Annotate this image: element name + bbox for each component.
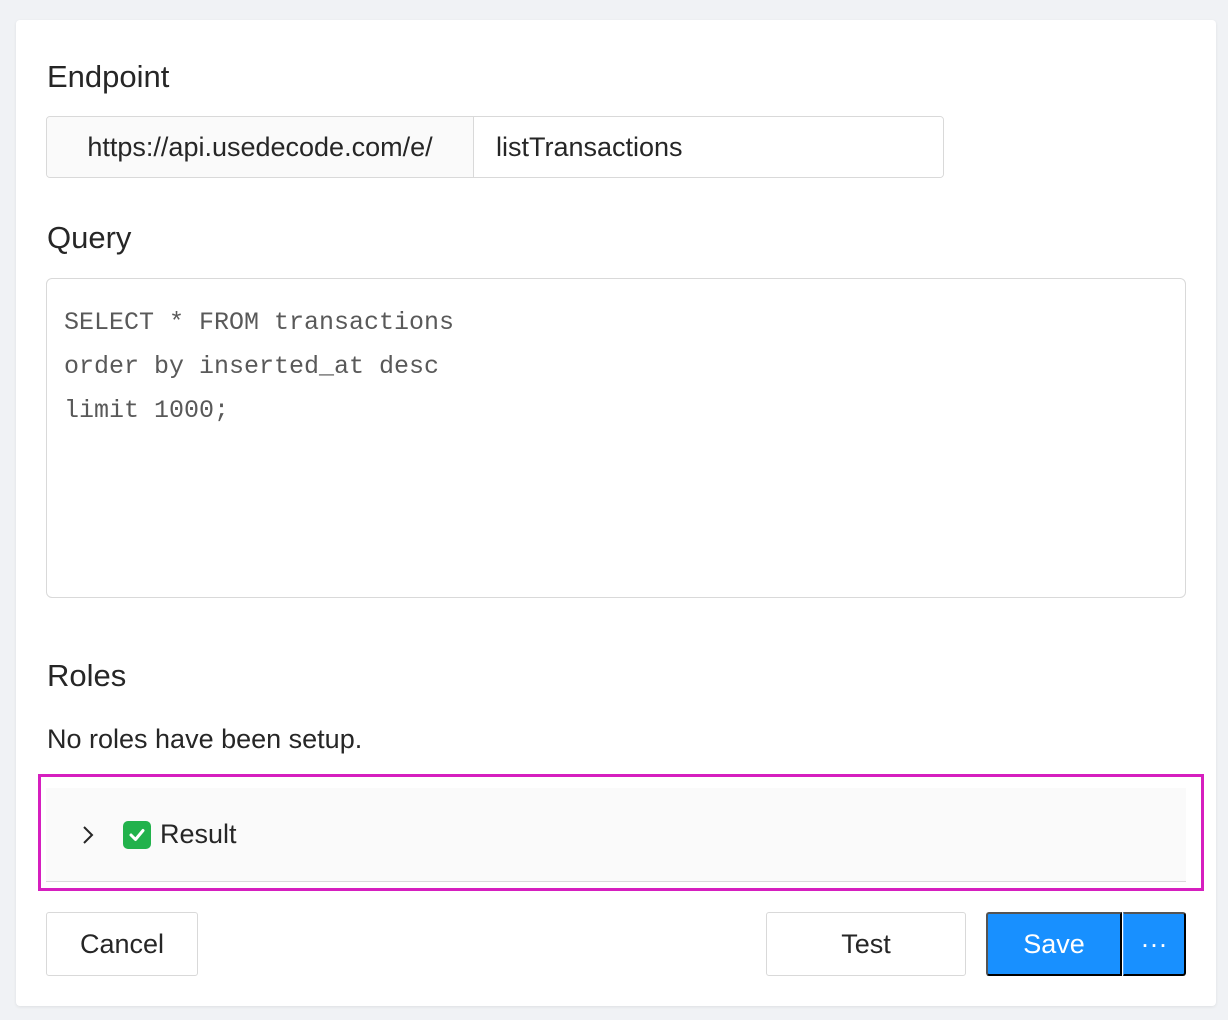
result-label: Result [160,819,237,849]
endpoint-editor-card: Endpoint https://api.usedecode.com/e/ Qu… [16,20,1216,1006]
query-editor[interactable]: SELECT * FROM transactions order by inse… [46,278,1186,598]
check-mark-icon [123,820,151,849]
save-button[interactable]: Save [986,912,1122,976]
endpoint-url-prefix: https://api.usedecode.com/e/ [47,117,474,177]
test-button[interactable]: Test [766,912,966,976]
endpoint-section-title: Endpoint [47,59,170,94]
cancel-button[interactable]: Cancel [46,912,198,976]
more-options-button[interactable]: ··· [1123,912,1186,976]
result-collapse-header[interactable]: Result [46,788,1186,882]
chevron-right-icon [81,825,95,844]
query-section-title: Query [47,220,132,255]
roles-section-title: Roles [47,658,127,693]
endpoint-url-group: https://api.usedecode.com/e/ [46,116,944,178]
roles-empty-message: No roles have been setup. [47,724,363,754]
endpoint-path-input[interactable] [474,117,943,177]
